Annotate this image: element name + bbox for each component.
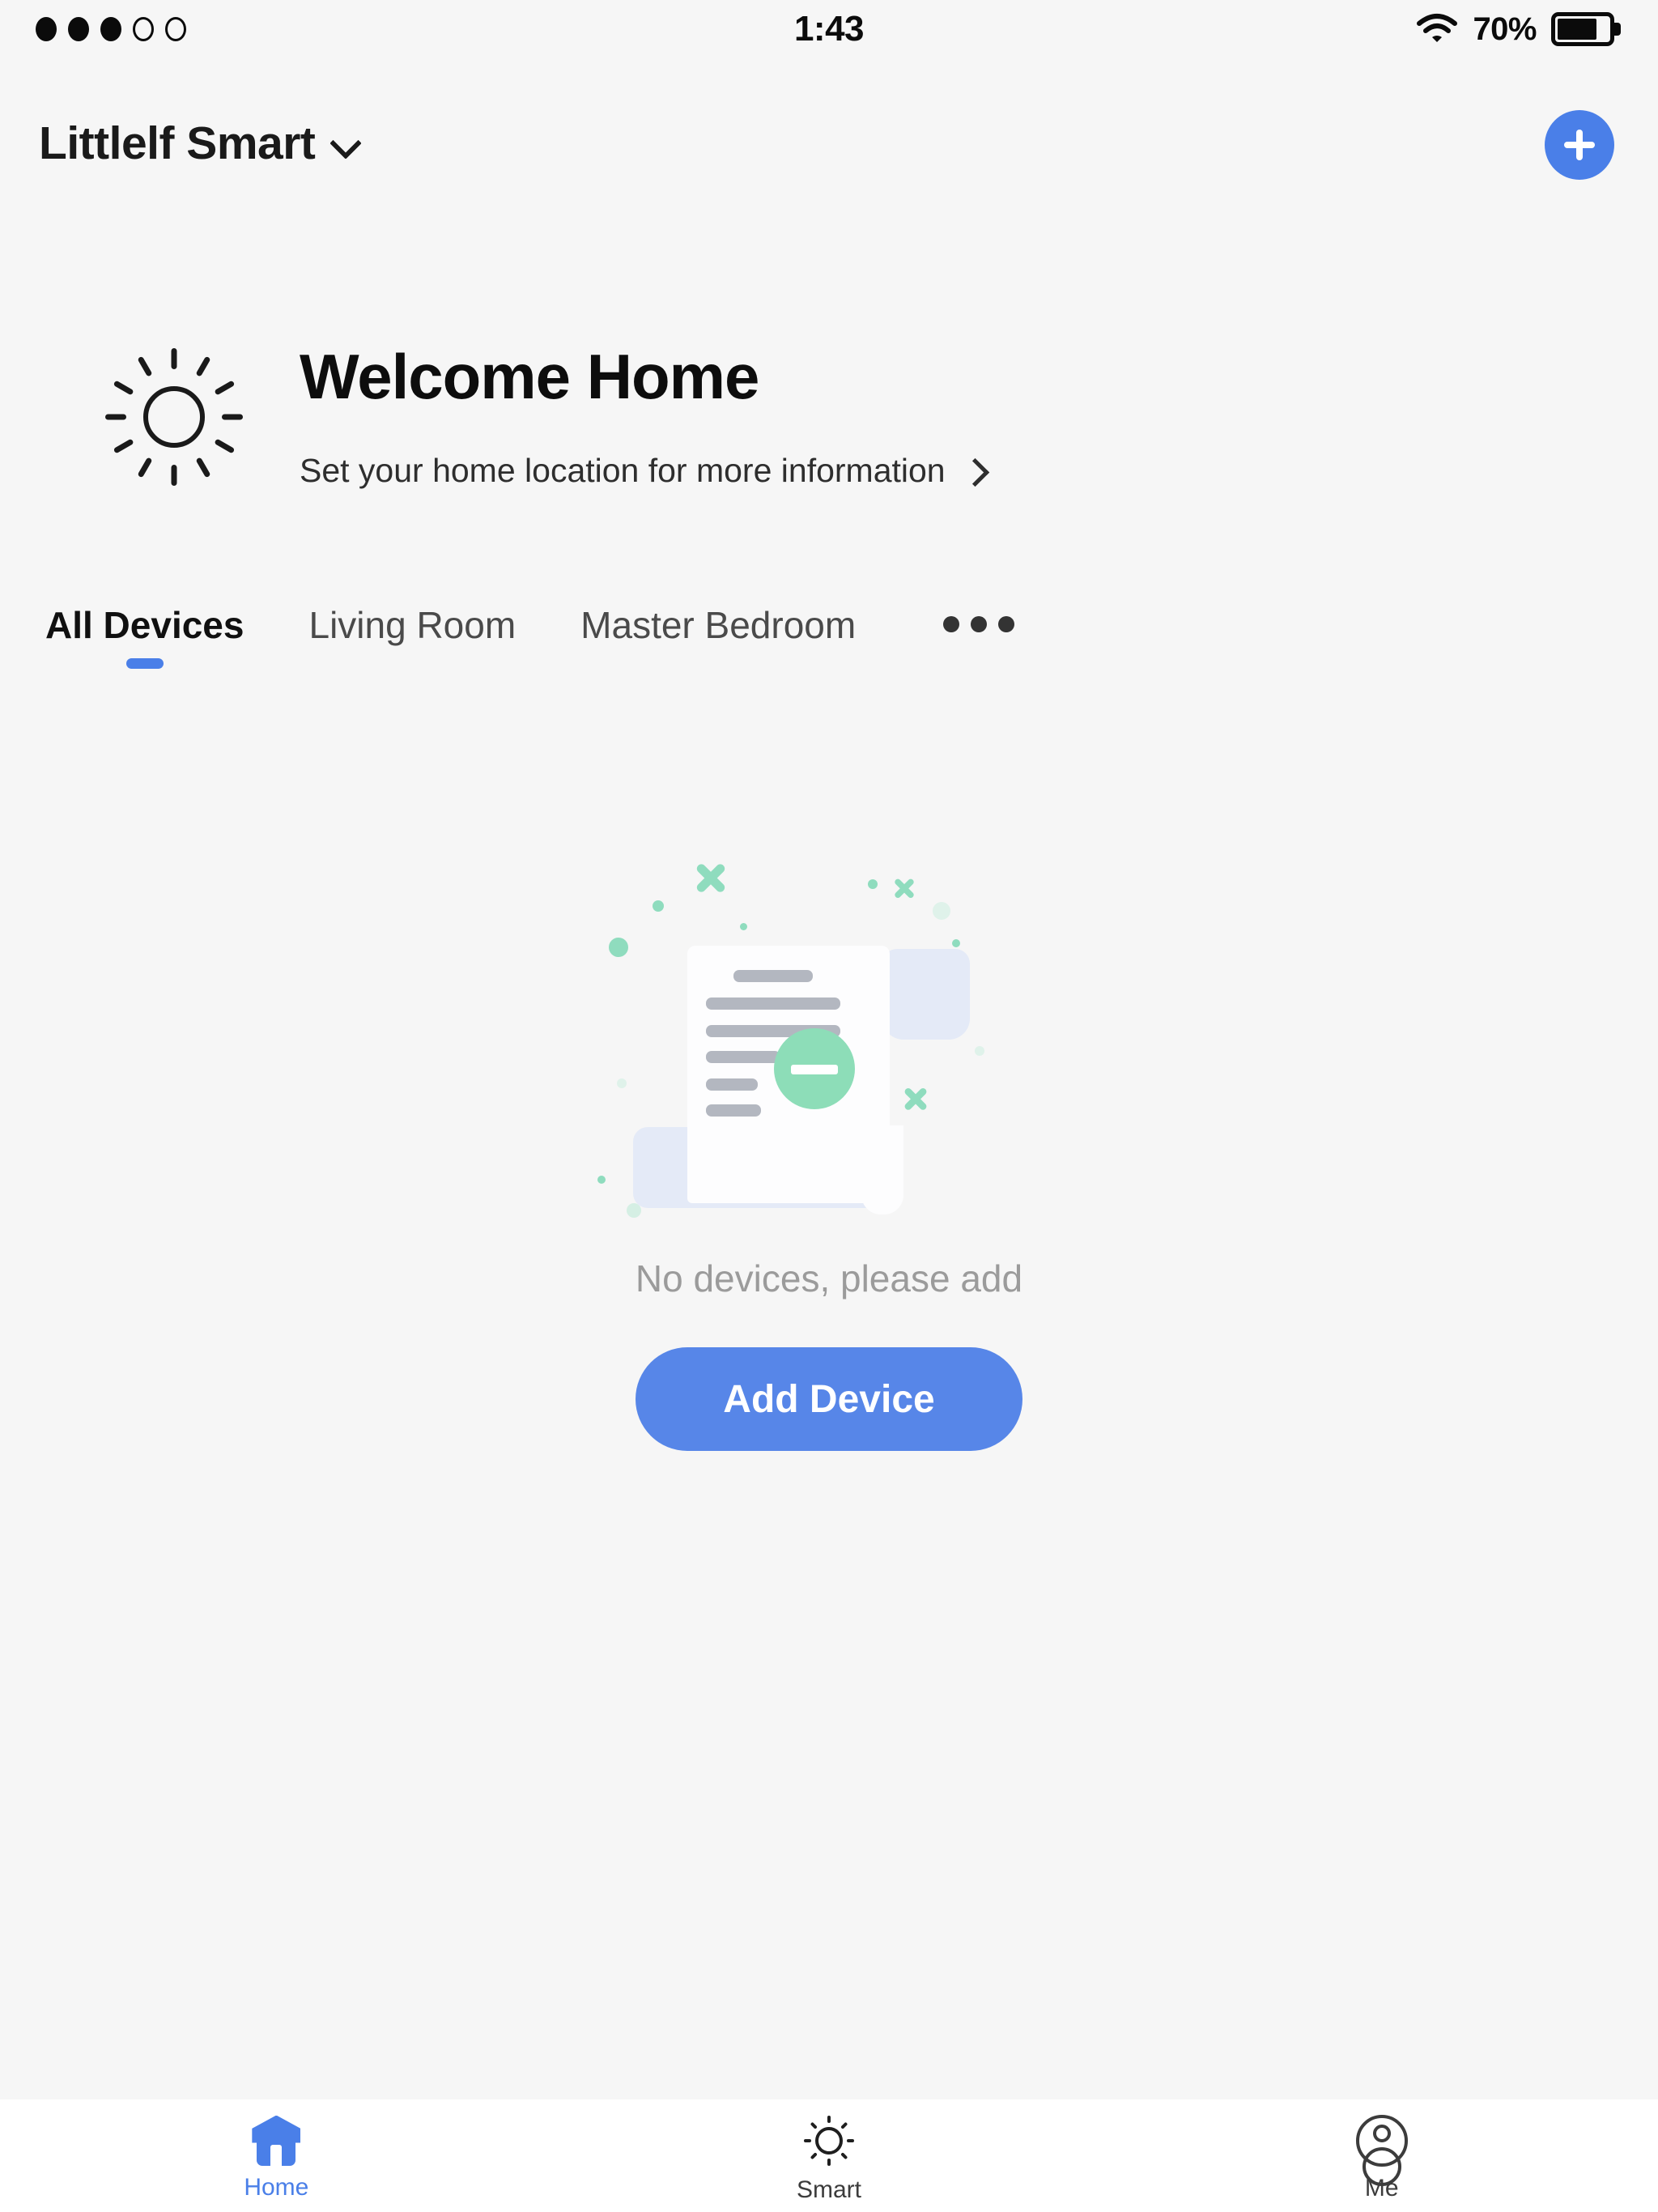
bottom-navigation: Home Smart Me: [0, 2099, 1658, 2212]
home-icon: [248, 2115, 304, 2166]
sun-ray: [222, 414, 243, 420]
person-icon: [1355, 2114, 1408, 2186]
brand-title: Littlelf Smart: [39, 117, 316, 169]
battery-icon: [1551, 12, 1621, 46]
sun-ray: [195, 355, 211, 377]
nav-item-me[interactable]: Me: [1105, 2099, 1658, 2212]
sun-ray: [105, 414, 126, 420]
wifi-icon: [1417, 14, 1458, 42]
status-bar: 1:43 70%: [0, 0, 1658, 58]
sun-ray: [214, 438, 236, 454]
status-bar-right-group: 70%: [1416, 11, 1621, 48]
tab-active-indicator: [125, 658, 164, 669]
welcome-section: Welcome Home Set your home location for …: [0, 324, 1658, 510]
sun-ray: [840, 2121, 848, 2129]
sun-ray: [810, 2121, 818, 2129]
sun-ray: [113, 438, 134, 454]
set-home-location-link[interactable]: Set your home location for more informat…: [300, 452, 984, 490]
empty-state: No devices, please add Add Device: [0, 842, 1658, 1451]
tab-label: Master Bedroom: [580, 604, 857, 646]
sun-ray: [171, 465, 177, 486]
sun-ray: [214, 380, 236, 396]
battery-percent-label: 70%: [1473, 11, 1537, 47]
sun-ray: [840, 2151, 848, 2159]
tab-living-room[interactable]: Living Room: [308, 603, 516, 647]
page-title: Welcome Home: [300, 341, 759, 412]
tab-all-devices[interactable]: All Devices: [45, 603, 244, 669]
sun-ray: [171, 348, 177, 369]
app-header: Littlelf Smart: [0, 105, 1658, 211]
sun-ray: [827, 2115, 831, 2123]
tab-label: Living Room: [308, 604, 517, 646]
set-home-location-label: Set your home location for more informat…: [300, 452, 946, 489]
sun-ray: [137, 355, 153, 377]
chevron-down-icon: [329, 127, 362, 160]
nav-item-smart[interactable]: Smart: [553, 2099, 1106, 2212]
sun-ray: [847, 2138, 854, 2142]
app-root: 1:43 70% Littlelf Smart Welcome Home Set: [0, 0, 1658, 2212]
nav-item-label: Smart: [797, 2176, 862, 2203]
tab-master-bedroom[interactable]: Master Bedroom: [580, 603, 856, 647]
add-device-button[interactable]: Add Device: [636, 1347, 1022, 1451]
sun-icon: [801, 2113, 857, 2168]
room-tabs: All Devices Living Room Master Bedroom: [0, 603, 1658, 692]
add-button[interactable]: [1545, 110, 1614, 180]
sun-ray: [827, 2158, 831, 2166]
sun-ray: [804, 2138, 811, 2142]
sun-ray: [113, 380, 134, 396]
chevron-right-icon: [963, 455, 984, 487]
sun-icon: [105, 348, 243, 486]
sun-ray: [810, 2151, 818, 2159]
tab-label: All Devices: [45, 604, 244, 646]
ellipsis-icon[interactable]: [943, 616, 1015, 632]
sun-ray: [137, 457, 153, 479]
nav-item-label: Home: [244, 2173, 309, 2201]
sun-ray: [195, 457, 211, 479]
empty-document-icon: [586, 842, 1072, 1239]
home-selector-button[interactable]: Littlelf Smart: [39, 117, 362, 170]
empty-state-message: No devices, please add: [635, 1257, 1023, 1300]
status-bar-clock: 1:43: [793, 9, 865, 49]
nav-item-home[interactable]: Home: [0, 2099, 553, 2212]
